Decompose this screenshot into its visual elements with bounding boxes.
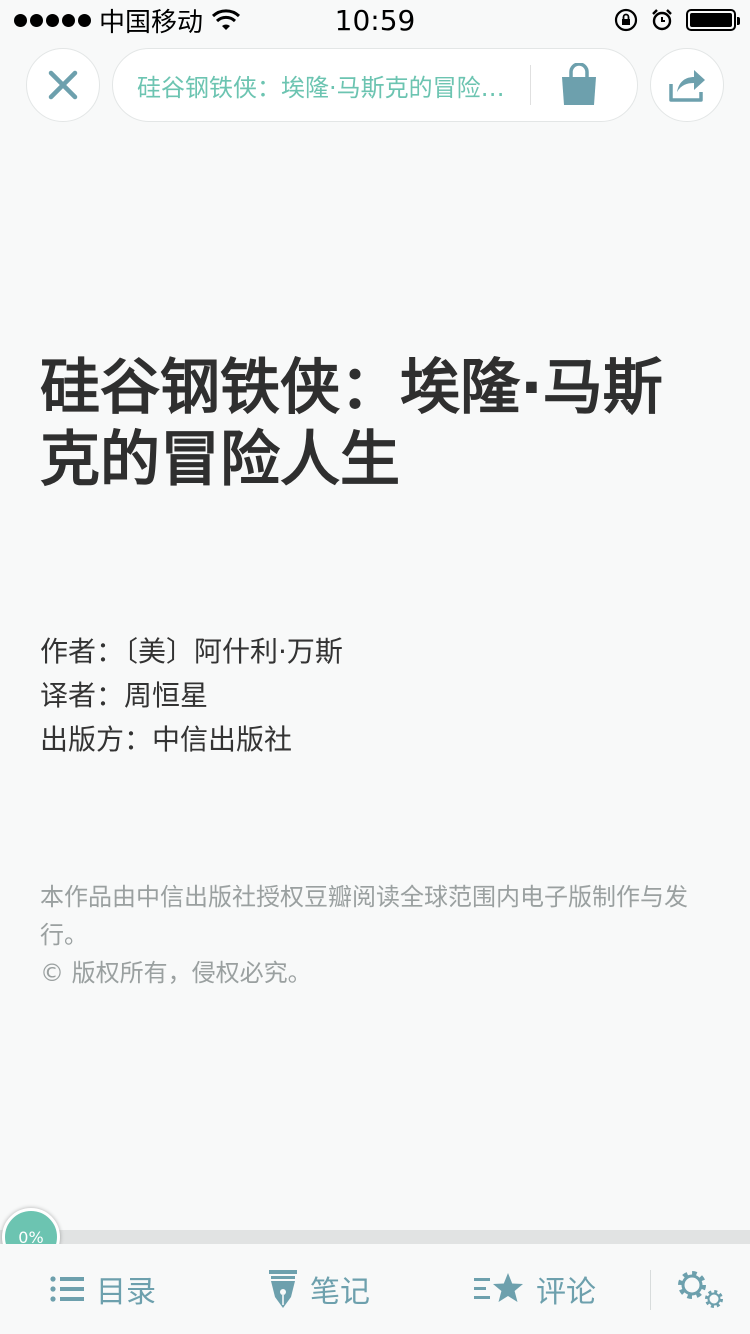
list-icon [50,1276,84,1302]
status-bar: 中国移动 10:59 [0,0,750,40]
wifi-icon [211,9,241,30]
pen-nib-icon [269,1270,297,1308]
share-button[interactable] [650,48,724,122]
toc-button[interactable]: 目录 [50,1244,156,1334]
close-button[interactable] [26,48,100,122]
star-list-icon [474,1273,523,1302]
bottom-bar-divider [650,1270,651,1310]
toc-label: 目录 [96,1275,156,1310]
rotation-lock-icon [614,8,638,32]
alarm-icon [652,9,672,31]
carrier-label: 中国移动 [99,7,204,38]
translator-line: 译者：周恒星 [40,679,209,712]
status-right [614,8,740,32]
book-title: 硅谷钢铁侠：埃隆·马斯克的冒险人生 [40,353,663,495]
reading-progress-bar[interactable] [0,1230,750,1244]
close-icon [48,70,78,100]
signal-dots-icon [14,13,91,27]
publisher-line: 出版方：中信出版社 [40,723,293,756]
rights-statement: 本作品由中信出版社授权豆瓣阅读全球范围内电子版制作与发行。 [40,883,688,949]
status-left: 中国移动 [14,2,241,39]
book-meta: 作者：〔美〕阿什利·万斯 译者：周恒星 出版方：中信出版社 [40,630,343,762]
settings-button[interactable] [672,1244,728,1334]
reader-page: 中国移动 10:59 硅谷钢铁侠：埃隆·马斯克的冒险人生 硅谷钢铁侠：埃隆·马斯… [0,0,750,1334]
copyright-line: © 版权所有，侵权必究。 [40,959,312,987]
pill-title: 硅谷钢铁侠：埃隆·马斯克的冒险人生 [137,73,512,102]
author-line: 作者：〔美〕阿什利·万斯 [40,635,343,668]
pill-divider [530,65,531,105]
battery-icon [686,9,740,31]
book-title-pill[interactable]: 硅谷钢铁侠：埃隆·马斯克的冒险人生 [112,48,638,122]
shopping-bag-icon [562,63,596,105]
store-button[interactable] [559,63,599,107]
share-icon [669,70,705,102]
bottom-bar: 目录 笔记 评论 [0,1244,750,1334]
notes-button[interactable]: 笔记 [268,1244,370,1334]
gear-icon [678,1271,723,1308]
review-label: 评论 [536,1275,596,1310]
copyright-notice: 本作品由中信出版社授权豆瓣阅读全球范围内电子版制作与发行。 © 版权所有，侵权必… [40,878,720,992]
review-button[interactable]: 评论 [474,1244,596,1334]
notes-label: 笔记 [310,1275,370,1310]
